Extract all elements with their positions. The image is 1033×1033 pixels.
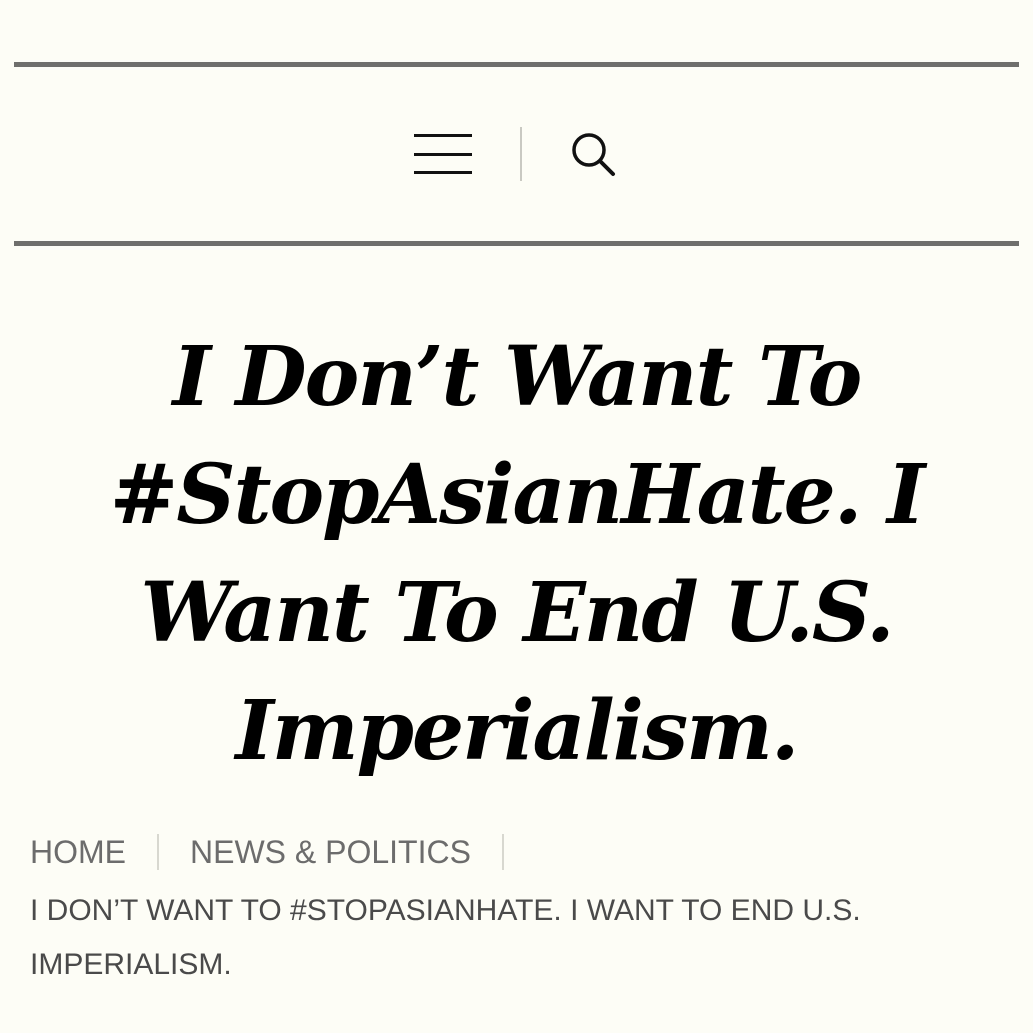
hamburger-menu-icon-line bbox=[414, 134, 472, 137]
search-button[interactable] bbox=[566, 127, 620, 181]
search-icon bbox=[572, 133, 615, 176]
site-header bbox=[14, 67, 1019, 241]
breadcrumb: HOME NEWS & POLITICS I DON’T WANT TO #ST… bbox=[30, 828, 990, 992]
page-title: I Don’t Want To #StopAsianHate. I Want T… bbox=[109, 329, 926, 779]
breadcrumb-separator bbox=[157, 834, 159, 870]
breadcrumb-separator bbox=[501, 834, 504, 870]
breadcrumb-links: HOME NEWS & POLITICS bbox=[30, 828, 990, 876]
breadcrumb-current-page: I DON’T WANT TO #STOPASIANHATE. I WANT T… bbox=[30, 894, 861, 981]
breadcrumb-category-link[interactable]: NEWS & POLITICS bbox=[190, 828, 471, 876]
hamburger-menu-icon-line bbox=[414, 152, 472, 156]
article-header: I Don’t Want To #StopAsianHate. I Want T… bbox=[40, 318, 993, 790]
menu-button[interactable] bbox=[413, 132, 473, 176]
header-bottom-rule bbox=[14, 241, 1019, 246]
hamburger-menu-icon-line bbox=[414, 171, 472, 174]
header-divider bbox=[520, 127, 522, 181]
breadcrumb-home-link[interactable]: HOME bbox=[30, 828, 126, 876]
